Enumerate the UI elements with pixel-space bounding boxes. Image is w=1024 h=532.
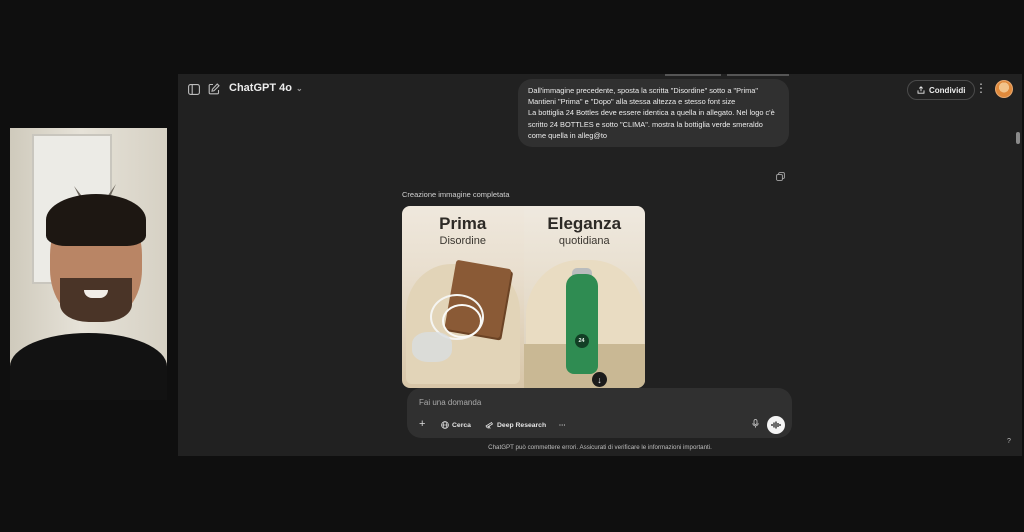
prompt-input[interactable] <box>419 394 759 410</box>
image-subtitle-left: Disordine <box>439 235 486 247</box>
webcam-video <box>10 128 167 400</box>
image-panel-before: Prima Disordine <box>402 206 524 388</box>
plastic-bottle <box>412 332 452 362</box>
more-tools-label: ··· <box>559 421 566 429</box>
avatar[interactable] <box>995 80 1013 98</box>
share-icon <box>917 86 925 94</box>
download-icon[interactable]: ↓ <box>592 372 607 387</box>
more-tools-button[interactable]: ··· <box>559 418 566 432</box>
bottle-logo: 24 <box>574 334 589 348</box>
composer: + Cerca Deep Research ··· <box>407 388 792 438</box>
more-vertical-icon[interactable]: ⋮ <box>975 82 987 94</box>
search-tool-button[interactable]: Cerca <box>441 418 471 432</box>
voice-mode-icon[interactable] <box>767 416 785 434</box>
disclaimer: ChatGPT può commettere errori. Assicurat… <box>488 444 712 451</box>
chevron-down-icon: ⌄ <box>295 83 303 93</box>
cable-tangle <box>442 304 482 338</box>
telescope-icon <box>485 421 494 429</box>
image-title-left: Prima <box>439 214 487 233</box>
model-name: ChatGPT 4o <box>229 82 292 94</box>
person-torso <box>10 333 167 400</box>
deep-research-button[interactable]: Deep Research <box>485 418 546 432</box>
plus-icon[interactable]: + <box>419 418 425 430</box>
generated-image[interactable]: Prima Disordine 24 Eleganza quotidiana <box>402 206 645 388</box>
chatgpt-window: ChatGPT 4o ⌄ Condividi ⋮ Dall'immagine p… <box>178 74 1022 456</box>
new-chat-icon[interactable] <box>204 79 224 99</box>
share-button[interactable]: Condividi <box>907 80 976 100</box>
green-bottle <box>565 274 598 374</box>
scrollbar[interactable] <box>1016 132 1020 144</box>
person-hair <box>46 194 146 246</box>
sidebar-toggle-icon[interactable] <box>184 79 204 99</box>
copy-icon[interactable] <box>776 172 785 183</box>
user-message-line: Dall'immagine precedente, sposta la scri… <box>528 86 759 95</box>
image-status: Creazione immagine completata <box>402 190 510 199</box>
person-beard <box>60 278 132 322</box>
user-message: Dall'immagine precedente, sposta la scri… <box>518 79 789 148</box>
image-panel-after: 24 Eleganza quotidiana <box>523 206 645 388</box>
user-message-line: Mantieni "Prima" e "Dopo" alla stessa al… <box>528 97 736 107</box>
share-label: Condividi <box>929 85 966 95</box>
screen: ChatGPT 4o ⌄ Condividi ⋮ Dall'immagine p… <box>0 0 1024 532</box>
help-button[interactable]: ? <box>1007 438 1011 445</box>
image-subtitle-right: quotidiana <box>558 235 610 247</box>
image-title-right: Eleganza <box>547 214 622 233</box>
search-tool-label: Cerca <box>452 421 471 429</box>
model-selector[interactable]: ChatGPT 4o ⌄ <box>229 82 303 94</box>
user-message-line: La bottiglia 24 Bottles deve essere iden… <box>528 108 777 140</box>
deep-research-label: Deep Research <box>497 421 547 429</box>
microphone-icon[interactable] <box>752 419 759 430</box>
globe-icon <box>441 421 449 429</box>
